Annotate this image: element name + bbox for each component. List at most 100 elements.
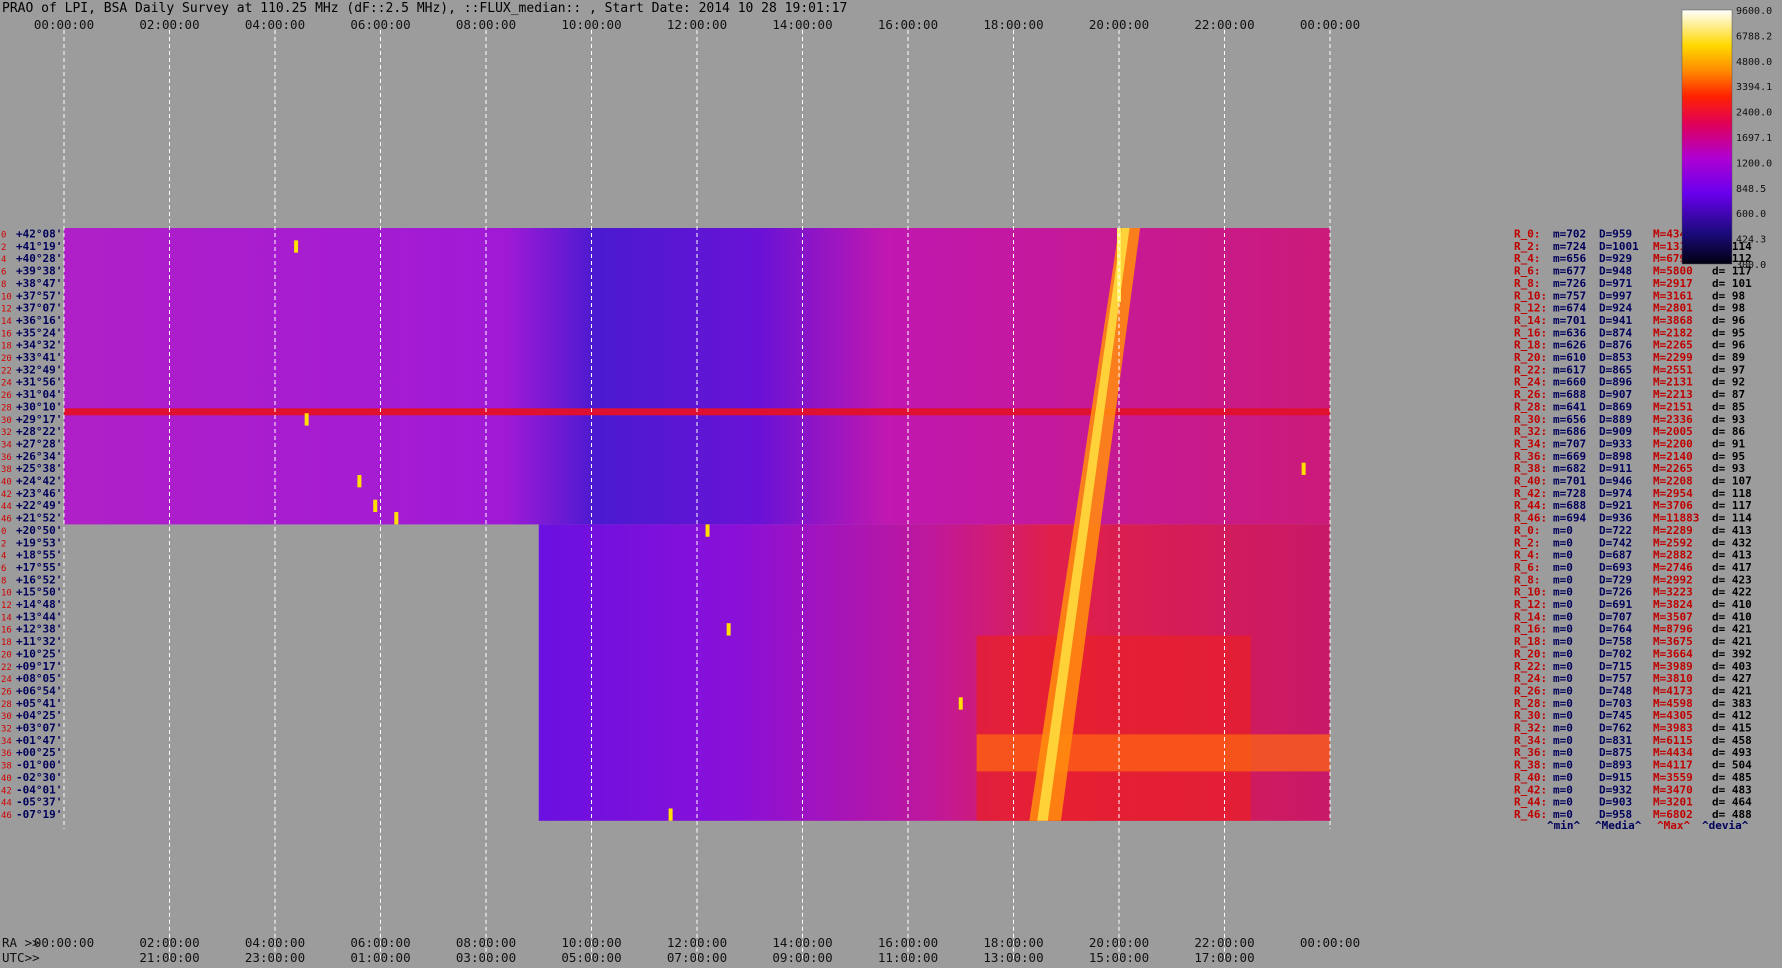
stat-dev: d= 427	[1712, 672, 1752, 685]
dec-label: +33°41'	[16, 351, 62, 364]
dec-label: +12°38'	[16, 623, 62, 636]
stat-max: M=4305	[1653, 709, 1693, 722]
stat-min: m=656	[1553, 252, 1586, 265]
stat-dev: d= 96	[1712, 314, 1745, 327]
stat-label: R_46:	[1514, 808, 1547, 821]
stats-row: R_38: m=682 D=911 M=2265 d= 93	[1514, 462, 1745, 475]
stat-dev: d= 87	[1712, 388, 1745, 401]
x-tick-top: 06:00:00	[350, 17, 410, 32]
stat-max: M=2917	[1653, 277, 1693, 290]
stat-max: M=2954	[1653, 487, 1693, 500]
stats-row: R_26: m=688 D=907 M=2213 d= 87	[1514, 388, 1745, 401]
x-tick-utc: 07:00:00	[667, 950, 727, 965]
stat-dev: d= 117	[1712, 499, 1752, 512]
row-index: 40	[1, 478, 12, 488]
stat-dev: d= 458	[1712, 734, 1752, 747]
stats-row: R_42: m=728 D=974 M=2954 d= 118	[1514, 487, 1752, 500]
hot-pixel	[705, 524, 710, 537]
stat-label: R_2:	[1514, 536, 1541, 549]
stat-dev: d= 95	[1712, 326, 1745, 339]
stat-label: R_32:	[1514, 425, 1547, 438]
row-index: 40	[1, 774, 12, 784]
stat-median: D=893	[1599, 759, 1632, 772]
stat-min: m=0	[1553, 672, 1573, 685]
row-index: 6	[1, 564, 6, 574]
stat-median: D=889	[1599, 413, 1632, 426]
row-index: 34	[1, 440, 12, 450]
stat-label: R_20:	[1514, 351, 1547, 364]
dec-label: +19°53'	[16, 536, 62, 549]
row-index: 30	[1, 712, 12, 722]
stat-median: D=907	[1599, 388, 1632, 401]
hot-pixel	[1301, 462, 1306, 475]
hot-pixel	[394, 512, 399, 525]
row-index: 16	[1, 329, 12, 339]
row-index: 22	[1, 366, 12, 376]
stat-median: D=745	[1599, 709, 1632, 722]
colorbar-tick: 3394.1	[1736, 82, 1772, 93]
row-index: 6	[1, 268, 6, 278]
dec-label: +15°50'	[16, 586, 62, 599]
x-tick-ra: 00:00:00	[34, 935, 94, 950]
stat-dev: d= 89	[1712, 351, 1745, 364]
dec-label: +27°28'	[16, 437, 62, 450]
stat-median: D=874	[1599, 326, 1632, 339]
row-index: 26	[1, 391, 12, 401]
row-index: 12	[1, 305, 12, 315]
stats-row: R_22: m=0 D=715 M=3989 d= 403	[1514, 660, 1752, 673]
stats-row: R_20: m=610 D=853 M=2299 d= 89	[1514, 351, 1745, 364]
stat-label: R_10:	[1514, 289, 1547, 302]
dec-label: +04°25'	[16, 709, 62, 722]
x-tick-ra: 06:00:00	[350, 935, 410, 950]
stat-label: R_32:	[1514, 722, 1547, 735]
dec-label: +06°54'	[16, 684, 62, 697]
x-tick-top: 12:00:00	[667, 17, 727, 32]
dec-label: +16°52'	[16, 573, 62, 586]
stats-row: R_16: m=636 D=874 M=2182 d= 95	[1514, 326, 1745, 339]
stat-max: M=3559	[1653, 771, 1693, 784]
stat-dev: d= 91	[1712, 437, 1745, 450]
stat-median: D=959	[1599, 228, 1632, 241]
stat-label: R_18:	[1514, 635, 1547, 648]
stat-min: m=688	[1553, 499, 1586, 512]
stats-row: R_36: m=669 D=898 M=2140 d= 95	[1514, 450, 1745, 463]
stat-max: M=8796	[1653, 623, 1693, 636]
row-index: 28	[1, 403, 12, 413]
stat-max: M=3664	[1653, 647, 1693, 660]
x-tick-top: 02:00:00	[139, 17, 199, 32]
stat-dev: d= 412	[1712, 709, 1752, 722]
stats-row: R_44: m=0 D=903 M=3201 d= 464	[1514, 796, 1752, 809]
stat-min: m=0	[1553, 623, 1573, 636]
stat-max: M=3706	[1653, 499, 1693, 512]
stat-min: m=707	[1553, 437, 1586, 450]
stat-label: R_16:	[1514, 623, 1547, 636]
stat-min: m=0	[1553, 709, 1573, 722]
stats-row: R_20: m=0 D=702 M=3664 d= 392	[1514, 647, 1752, 660]
stat-median: D=903	[1599, 796, 1632, 809]
stat-dev: d= 96	[1712, 339, 1745, 352]
colorbar-tick: 9600.0	[1736, 6, 1772, 17]
stat-max: M=3470	[1653, 783, 1693, 796]
stat-median: D=932	[1599, 783, 1632, 796]
stat-min: m=682	[1553, 462, 1586, 475]
dec-label: +38°47'	[16, 277, 62, 290]
colorbar-tick: 2400.0	[1736, 108, 1772, 119]
stat-label: R_42:	[1514, 487, 1547, 500]
stat-median: D=702	[1599, 647, 1632, 660]
stat-min: m=701	[1553, 314, 1586, 327]
stat-label: R_40:	[1514, 475, 1547, 488]
stats-row: R_8: m=0 D=729 M=2992 d= 423	[1514, 573, 1752, 586]
row-index: 42	[1, 786, 12, 796]
stat-dev: d= 464	[1712, 796, 1752, 809]
stat-dev: d= 432	[1712, 536, 1752, 549]
stat-median: D=691	[1599, 598, 1632, 611]
stat-dev: d= 85	[1712, 400, 1745, 413]
stat-min: m=610	[1553, 351, 1586, 364]
dec-label: +42°08'	[16, 228, 62, 241]
emission-region	[976, 635, 1251, 821]
stat-max: M=2992	[1653, 573, 1693, 586]
stat-dev: d= 413	[1712, 549, 1752, 562]
row-index: 12	[1, 601, 12, 611]
stat-median: D=898	[1599, 450, 1632, 463]
stat-label: R_14:	[1514, 610, 1547, 623]
